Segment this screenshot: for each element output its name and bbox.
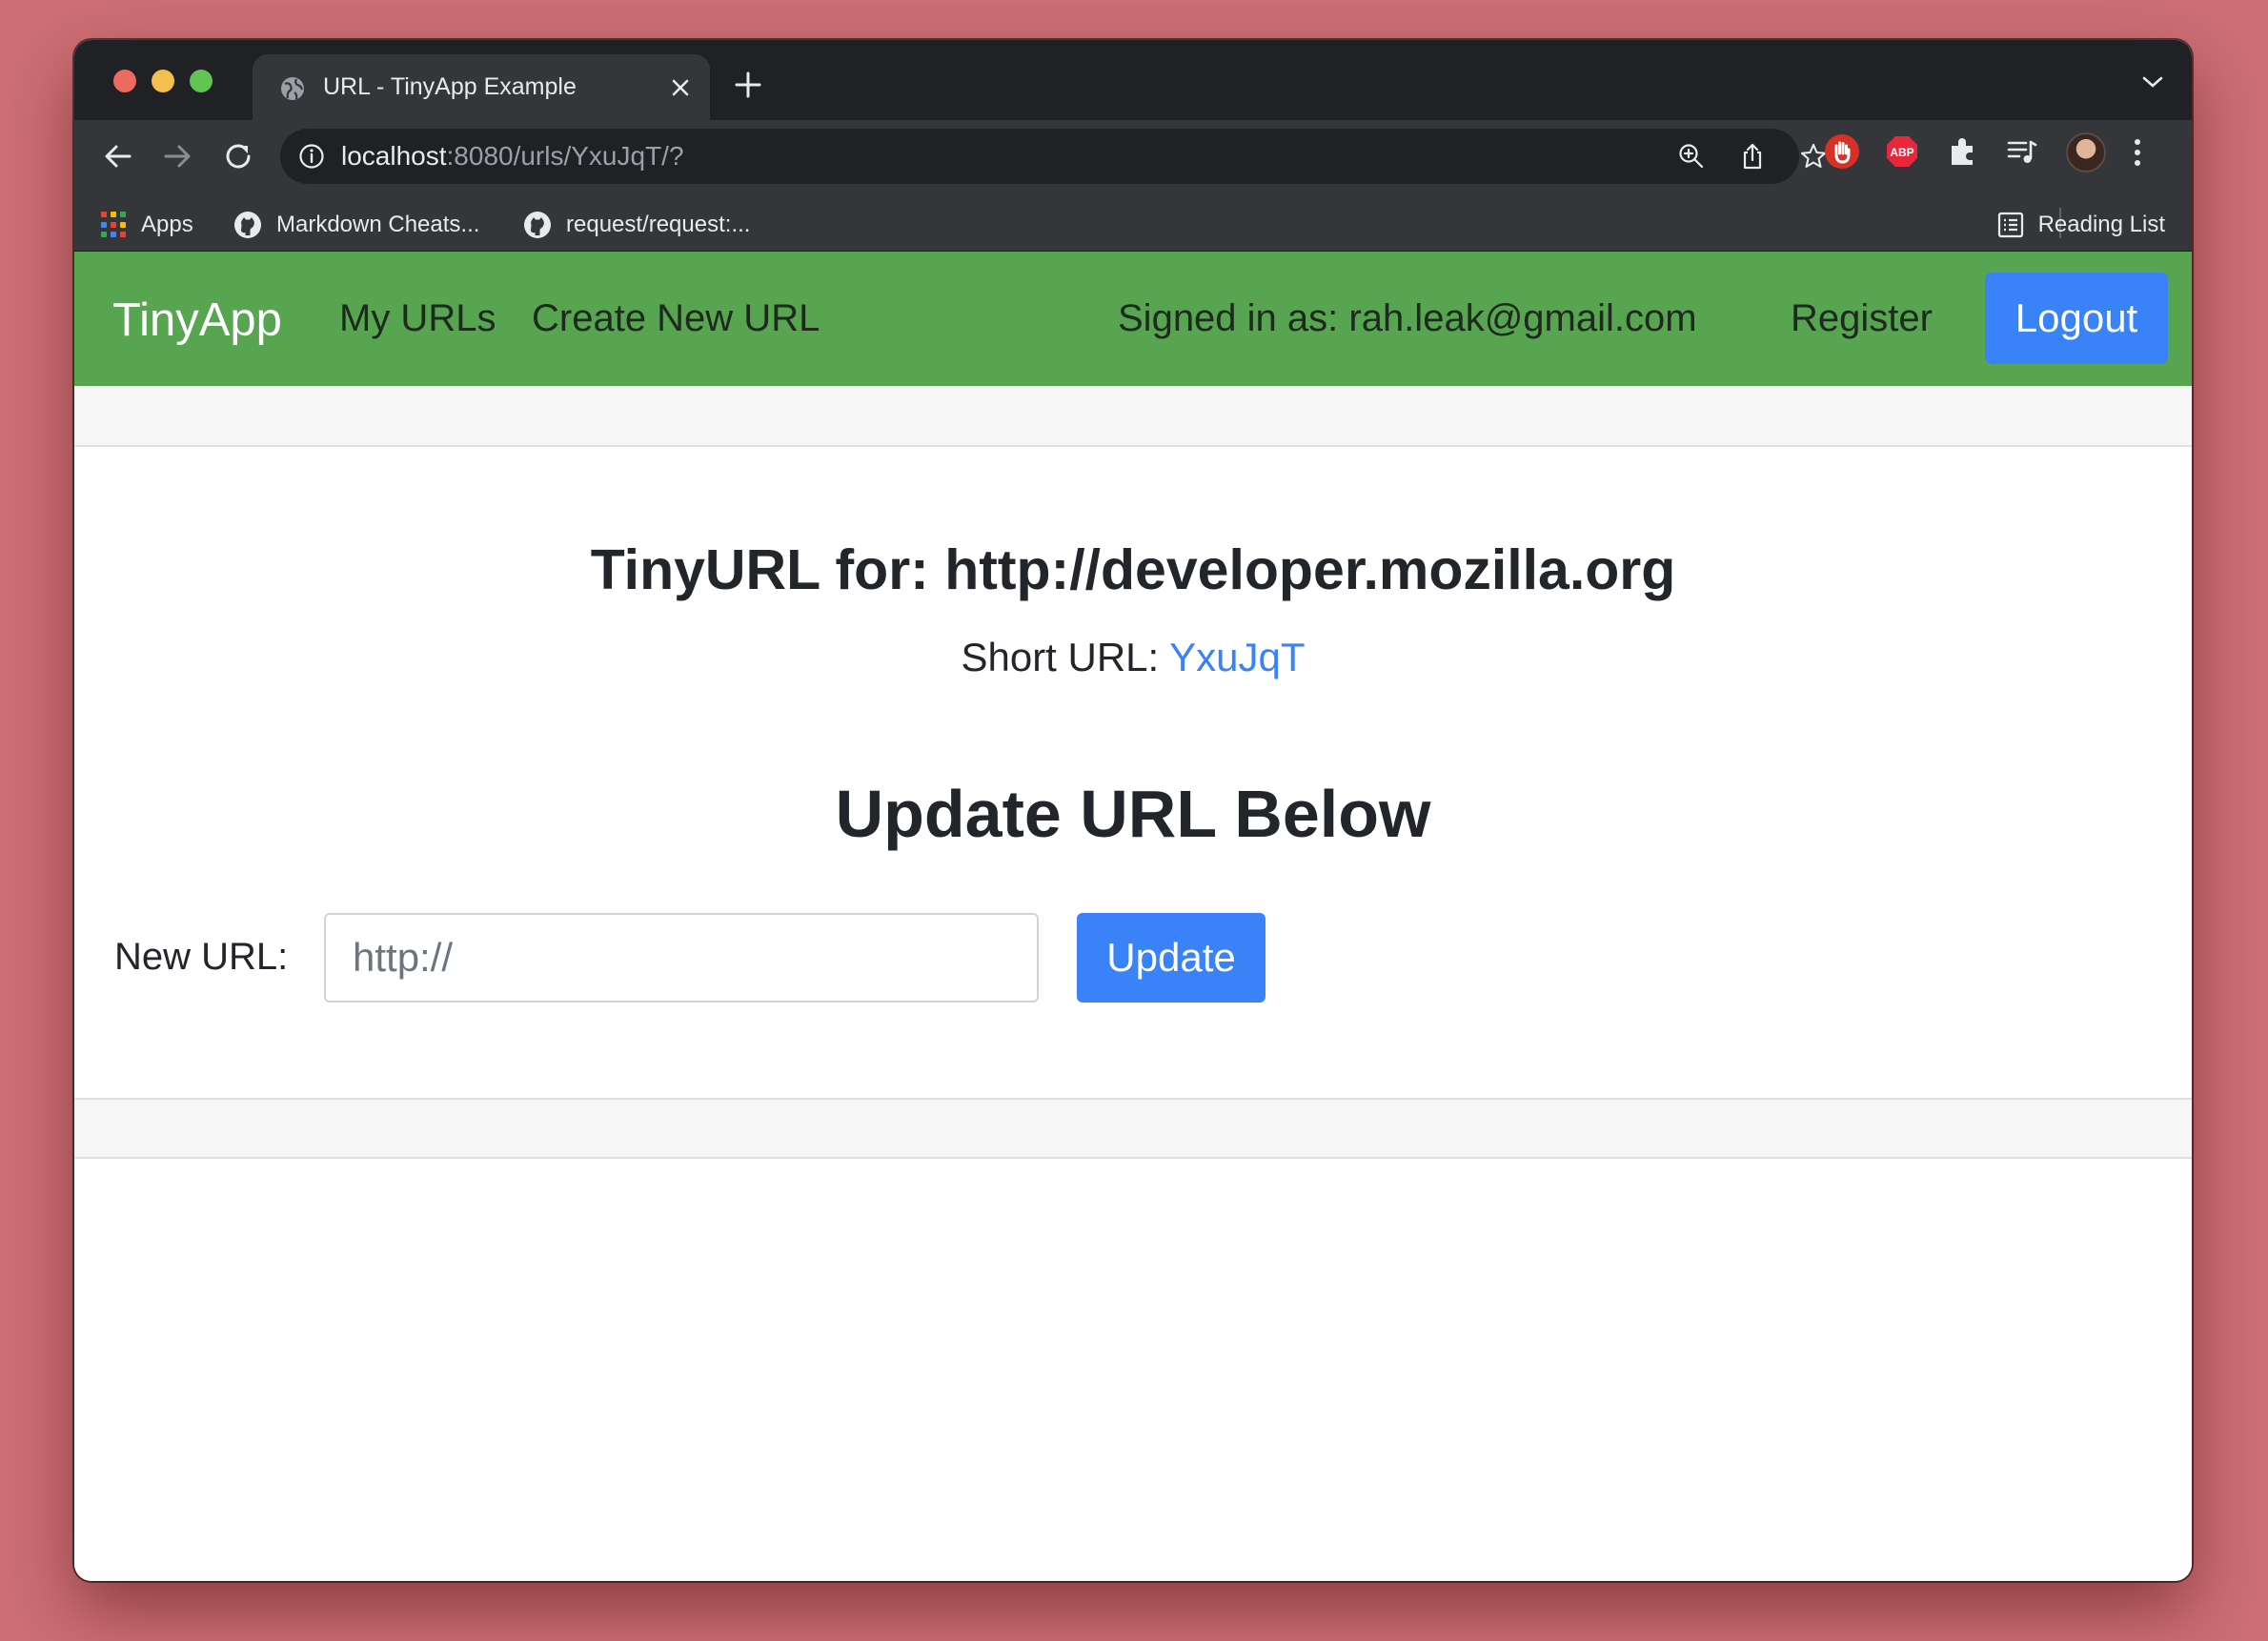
browser-menu-icon[interactable]	[2128, 135, 2147, 170]
forward-arrow-icon[interactable]	[158, 137, 196, 175]
bookmark-label: Apps	[141, 212, 193, 237]
address-url: localhost:8080/urls/YxuJqT/?	[341, 141, 684, 172]
extensions-puzzle-icon[interactable]	[1946, 134, 1980, 169]
bookmark-label: Markdown Cheats...	[276, 212, 480, 237]
url-path: :8080/urls/YxuJqT/?	[446, 141, 684, 171]
tab-search-chevron-icon[interactable]	[2140, 72, 2165, 91]
window-minimize-button[interactable]	[152, 70, 174, 92]
new-url-input[interactable]	[324, 913, 1039, 1003]
share-icon[interactable]	[1738, 142, 1767, 171]
github-icon	[234, 212, 261, 238]
bookmark-markdown-cheatsheet[interactable]: Markdown Cheats...	[233, 208, 479, 242]
address-bar[interactable]: localhost:8080/urls/YxuJqT/?	[280, 129, 1827, 184]
media-queue-icon[interactable]	[2005, 134, 2039, 169]
github-icon	[524, 212, 551, 238]
reading-list-label: Reading List	[2037, 212, 2165, 237]
tab-title: URL - TinyApp Example	[323, 73, 577, 100]
globe-icon	[281, 77, 304, 100]
new-url-label: New URL:	[114, 936, 289, 978]
bookmark-request[interactable]: request/request:...	[522, 208, 750, 242]
nav-register[interactable]: Register	[1791, 297, 1933, 340]
nav-my-urls[interactable]: My URLs	[339, 297, 496, 340]
url-host: localhost	[341, 141, 447, 171]
reading-list-icon	[1997, 212, 2023, 238]
tab-close-icon[interactable]	[668, 75, 693, 100]
nav-create-new-url[interactable]: Create New URL	[532, 297, 820, 340]
stop-hand-extension-icon[interactable]	[1825, 134, 1859, 169]
signed-in-status: Signed in as: rah.leak@gmail.com	[1118, 297, 1697, 339]
site-info-icon[interactable]	[297, 142, 326, 171]
update-heading: Update URL Below	[835, 777, 1431, 851]
abp-text: ABP	[1890, 146, 1914, 159]
reading-list-button[interactable]: Reading List	[1996, 208, 2165, 242]
header-band	[74, 386, 2192, 447]
window-close-button[interactable]	[113, 70, 136, 92]
web-page: TinyApp My URLs Create New URL Signed in…	[74, 252, 2192, 1581]
browser-tab[interactable]: URL - TinyApp Example	[253, 54, 710, 120]
logout-button[interactable]: Logout	[1985, 273, 2168, 364]
back-arrow-icon[interactable]	[99, 137, 137, 175]
browser-toolbar: localhost:8080/urls/YxuJqT/? ABP	[74, 120, 2192, 196]
bookmark-apps[interactable]: Apps	[101, 208, 193, 242]
bookmarks-bar: Apps Markdown Cheats... request/request:…	[74, 196, 2192, 252]
short-url-line: Short URL: YxuJqT	[74, 635, 2192, 680]
brand-link[interactable]: TinyApp	[112, 294, 282, 347]
adblock-plus-icon[interactable]: ABP	[1885, 134, 1919, 169]
tinyurl-heading: TinyURL for: http://developer.mozilla.or…	[590, 538, 1676, 601]
window-maximize-button[interactable]	[190, 70, 213, 92]
browser-window: URL - TinyApp Example localhost:8080/url…	[74, 40, 2192, 1581]
short-url-label: Short URL:	[961, 635, 1170, 679]
new-tab-icon[interactable]	[732, 69, 764, 101]
bookmark-label: request/request:...	[566, 212, 751, 237]
apps-grid-icon	[101, 212, 128, 238]
zoom-icon[interactable]	[1677, 142, 1706, 171]
app-navbar: TinyApp My URLs Create New URL Signed in…	[74, 252, 2192, 386]
bookmark-star-icon[interactable]	[1799, 142, 1828, 171]
tab-strip: URL - TinyApp Example	[74, 40, 2192, 120]
reload-icon[interactable]	[219, 137, 257, 175]
profile-avatar[interactable]	[2066, 132, 2106, 172]
update-button[interactable]: Update	[1077, 913, 1266, 1003]
short-url-link[interactable]: YxuJqT	[1169, 635, 1305, 679]
footer-band	[74, 1098, 2192, 1159]
